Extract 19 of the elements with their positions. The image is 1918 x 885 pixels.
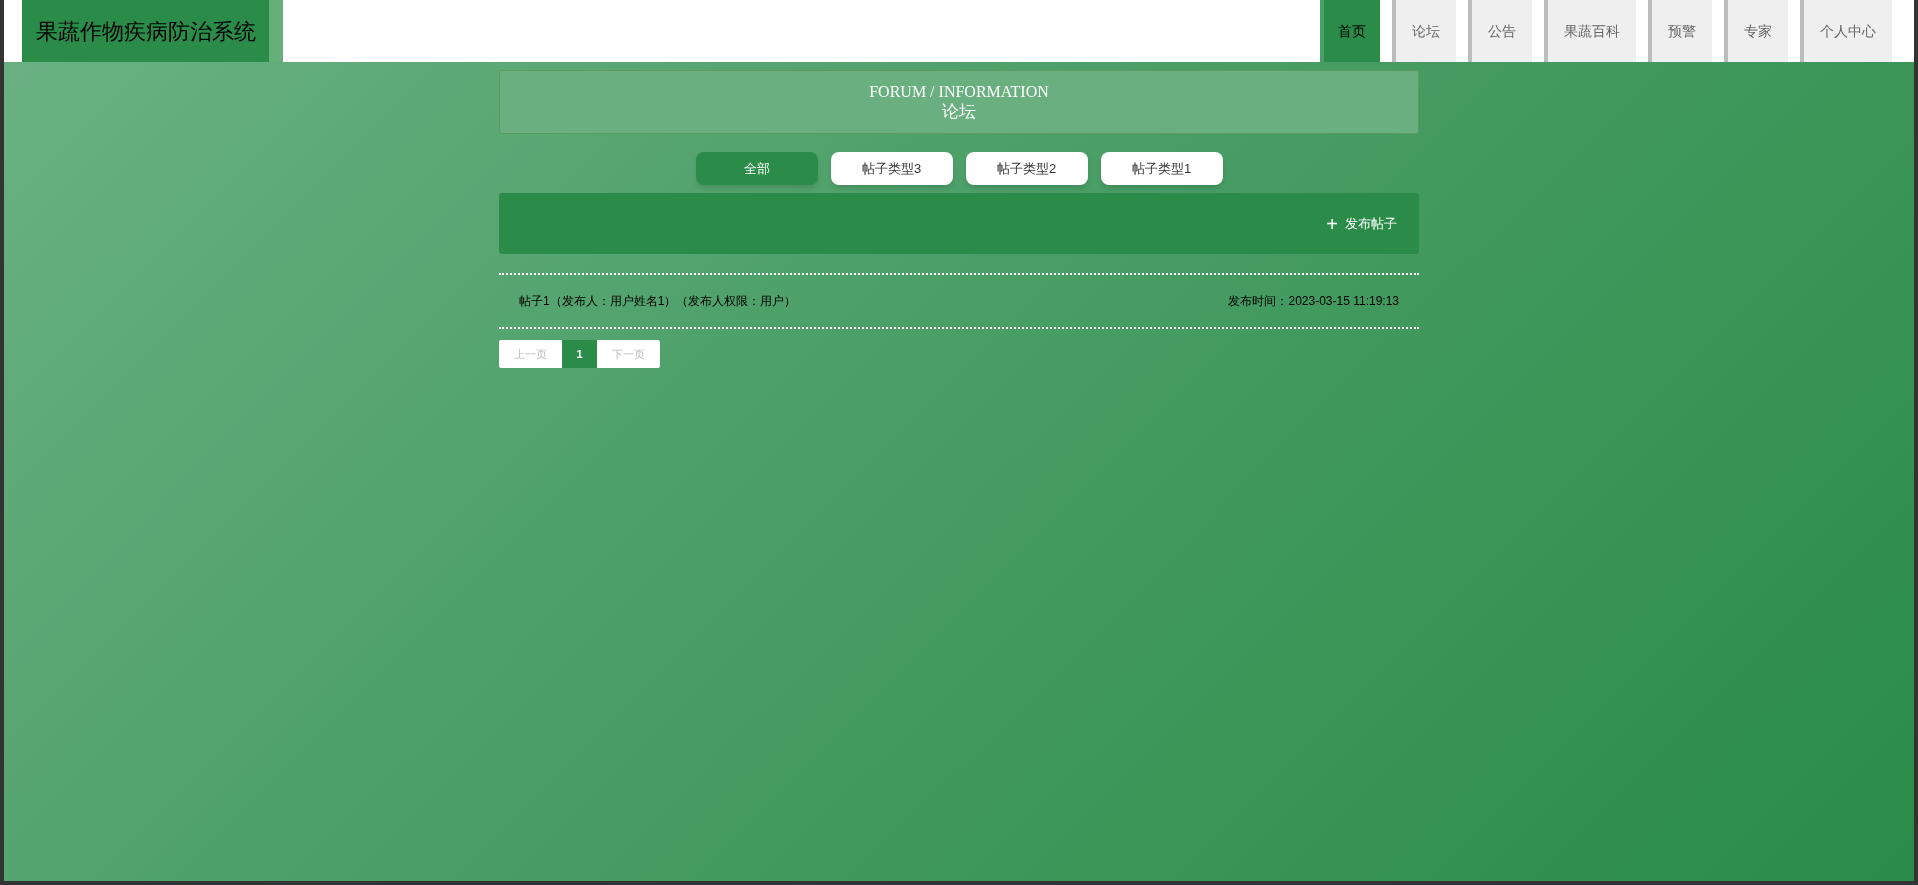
post-title-link[interactable]: 帖子1（发布人：用户姓名1）（发布人权限：用户）	[519, 292, 797, 310]
nav-tab[interactable]: 论坛	[1392, 0, 1456, 62]
category-filter-tab[interactable]: 帖子类型1	[1100, 152, 1223, 185]
category-filter-tab[interactable]: 帖子类型3	[830, 152, 953, 185]
section-english-title: FORUM / INFORMATION	[869, 82, 1049, 102]
nav-tab[interactable]: 果蔬百科	[1544, 0, 1636, 62]
nav-tab[interactable]: 专家	[1724, 0, 1788, 62]
post-time: 发布时间：2023-03-15 11:19:13	[1228, 293, 1399, 310]
category-filter-tab[interactable]: 全部	[695, 152, 818, 185]
nav-tab[interactable]: 公告	[1468, 0, 1532, 62]
section-chinese-title: 论坛	[942, 102, 976, 122]
page-number-button[interactable]: 1	[562, 340, 597, 368]
nav-tab[interactable]: 个人中心	[1800, 0, 1892, 62]
plus-icon: +	[1326, 213, 1338, 234]
nav-tab[interactable]: 预警	[1648, 0, 1712, 62]
site-title: 果蔬作物疾病防治系统	[22, 0, 283, 62]
category-filter-tab[interactable]: 帖子类型2	[965, 152, 1088, 185]
nav-tab[interactable]: 首页	[1320, 0, 1380, 62]
publish-post-button[interactable]: + 发布帖子	[1326, 213, 1397, 234]
